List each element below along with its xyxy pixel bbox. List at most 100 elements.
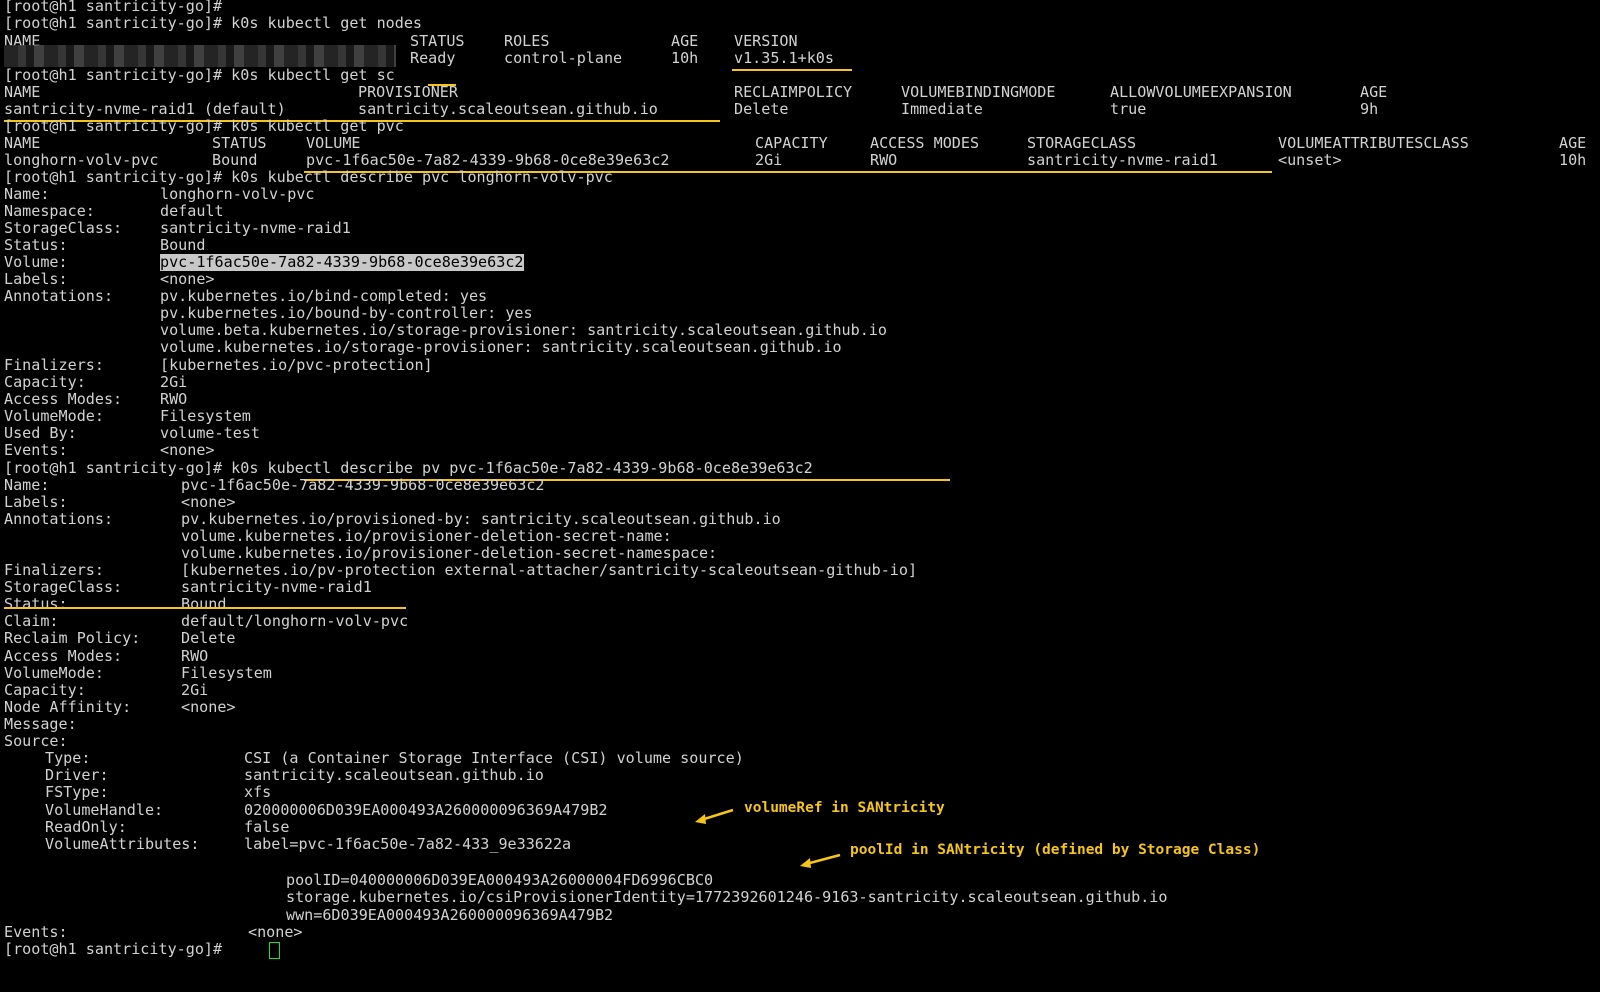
pv-describe-value: pv.kubernetes.io/provisioned-by: santric… xyxy=(181,510,781,529)
pv-describe-key: StorageClass: xyxy=(4,578,123,597)
pv-describe-line: Name: pvc-1f6ac50e-7a82-4339-9b68-0ce8e39… xyxy=(4,477,1504,494)
source-line: Type: CSI (a Container Storage Interface … xyxy=(4,750,1504,767)
pv-describe-key: VolumeMode: xyxy=(4,663,104,682)
pvc-describe-line: pv.kubernetes.io/bound-by-controller: ye… xyxy=(4,305,1504,322)
pv-describe-line: Status: Bound xyxy=(4,596,1504,613)
sc-header-name: NAME xyxy=(4,83,41,101)
nodes-header-age: AGE xyxy=(671,32,699,50)
pvc-describe-line: Used By: volume-test xyxy=(4,423,1504,442)
pvc-describe-line: VolumeMode: Filesystem xyxy=(4,406,1504,425)
pv-describe-line: Claim: default/longhorn-volv-pvc xyxy=(4,613,1504,630)
pvc-describe-line: Labels: <none> xyxy=(4,271,1504,288)
pv-describe-key: Message: xyxy=(4,714,77,733)
pv-describe-value: Delete xyxy=(181,629,236,648)
pv-describe-line: Access Modes: RWO xyxy=(4,647,1504,665)
source-line: Driver: santricity.scaleoutsean.github.io xyxy=(4,767,1504,784)
sc-age: 9h xyxy=(1360,100,1379,118)
pvc-describe-value: Bound xyxy=(160,236,206,255)
node-roles: control-plane xyxy=(504,49,623,67)
pv-describe-value: Filesystem xyxy=(181,663,272,682)
pvc-describe-value: volume.beta.kubernetes.io/storage-provis… xyxy=(160,321,887,340)
pvc-describe-line: Events: <none> xyxy=(4,440,1504,459)
pvc-describe-line: Finalizers: [kubernetes.io/pvc-protection… xyxy=(4,355,1504,374)
pv-describe-line: Reclaim Policy: Delete xyxy=(4,630,1504,647)
pv-describe-key: Annotations: xyxy=(4,510,114,529)
arrow-pool-id-icon xyxy=(800,853,841,868)
sc-row: santricity-nvme-raid1 (default) santrici… xyxy=(4,101,1594,118)
source-key: Type: xyxy=(45,749,91,767)
nodes-header-version: VERSION xyxy=(734,32,798,50)
command-get-sc: [root@h1 santricity-go]# k0s kubectl get… xyxy=(4,66,395,84)
pv-describe-line: Finalizers: [kubernetes.io/pv-protection … xyxy=(4,562,1504,579)
pvc-describe-value: volume-test xyxy=(160,423,260,442)
pv-describe-line: volume.kubernetes.io/provisioner-deletio… xyxy=(4,545,1504,562)
source-key: ReadOnly: xyxy=(45,817,127,836)
pvc-describe-key: Labels: xyxy=(4,270,68,289)
volume-attribute-line: wwn=6D039EA000493A260000096369A479B2 xyxy=(286,905,614,924)
pv-describe-value: <none> xyxy=(181,493,236,512)
pvc-describe-line: Name: longhorn-volv-pvc xyxy=(4,186,1504,203)
pv-describe-line: StorageClass: santricity-nvme-raid1 xyxy=(4,579,1504,596)
pv-describe-key: Finalizers: xyxy=(4,561,104,580)
terminal-window[interactable]: [root@h1 santricity-go]# [root@h1 santri… xyxy=(0,0,1600,960)
pv-describe-line: Capacity: 2Gi xyxy=(4,680,1504,699)
pv-describe-key: Capacity: xyxy=(4,680,86,699)
node-age: 10h xyxy=(671,49,699,67)
source-key: FSType: xyxy=(45,783,109,802)
pv-describe-value: 2Gi xyxy=(181,680,209,699)
pv-describe-value: default/longhorn-volv-pvc xyxy=(181,612,409,631)
pvc-vac: <unset> xyxy=(1278,151,1342,169)
pv-describe-line: Node Affinity: <none> xyxy=(4,698,1504,716)
pv-describe-value: pvc-1f6ac50e-7a82-4339-9b68-0ce8e39e63c2 xyxy=(181,476,545,494)
pvc-volume: pvc-1f6ac50e-7a82-4339-9b68-0ce8e39e63c2 xyxy=(306,151,670,169)
pvc-describe-key: Namespace: xyxy=(4,202,95,221)
pvc-describe-key: Used By: xyxy=(4,423,77,442)
pv-describe-value: santricity-nvme-raid1 xyxy=(181,578,372,597)
pvc-describe-line: StorageClass: santricity-nvme-raid1 xyxy=(4,220,1504,237)
pvc-capacity: 2Gi xyxy=(755,151,783,169)
pvc-header-storageclass: STORAGECLASS xyxy=(1027,134,1137,152)
source-line: FSType: xfs xyxy=(4,784,1504,801)
pvc-describe-line: Access Modes: RWO xyxy=(4,389,1504,408)
pvc-describe-key: Name: xyxy=(4,185,50,203)
pvc-describe-value: pvc-1f6ac50e-7a82-4339-9b68-0ce8e39e63c2 xyxy=(160,253,524,272)
source-events-key: Events: xyxy=(4,923,68,941)
pvc-describe-line: Capacity: 2Gi xyxy=(4,372,1504,391)
pvc-describe-key: Status: xyxy=(4,236,68,255)
pvc-describe-value: longhorn-volv-pvc xyxy=(160,185,315,203)
pvc-describe-value: pv.kubernetes.io/bind-completed: yes xyxy=(160,287,488,306)
pvc-storageclass: santricity-nvme-raid1 xyxy=(1027,151,1218,169)
pvc-describe-value: santricity-nvme-raid1 xyxy=(160,219,351,238)
pvc-describe-key: Capacity: xyxy=(4,372,86,391)
pvc-describe-value: <none> xyxy=(160,440,215,459)
pvc-describe-value: [kubernetes.io/pvc-protection] xyxy=(160,355,433,374)
source-key: VolumeHandle: xyxy=(45,800,164,819)
highlight-pv-storageclass xyxy=(4,607,406,609)
command-get-pvc: [root@h1 santricity-go]# k0s kubectl get… xyxy=(4,117,404,135)
pv-describe-key: Claim: xyxy=(4,612,59,631)
pvc-describe-value: 2Gi xyxy=(160,372,188,391)
volume-attribute-line: poolID=040000006D039EA000493A26000004FD6… xyxy=(286,871,714,889)
pv-describe-line: VolumeMode: Filesystem xyxy=(4,663,1504,682)
command-describe-pvc: [root@h1 santricity-go]# k0s kubectl des… xyxy=(4,168,613,186)
pvc-describe-value: default xyxy=(160,202,224,221)
source-value: label=pvc-1f6ac50e-7a82-433_9e33622a xyxy=(244,835,572,853)
source-value: CSI (a Container Storage Interface (CSI)… xyxy=(244,749,744,767)
pvc-describe-line: Status: Bound xyxy=(4,237,1504,254)
sc-header-age: AGE xyxy=(1360,83,1388,101)
pvc-age: 10h xyxy=(1559,151,1587,169)
sc-header-provisioner: PROVISIONER xyxy=(358,83,458,101)
pv-describe-key: Status: xyxy=(4,595,68,614)
pvc-describe-key: Events: xyxy=(4,440,68,459)
pvc-describe-line: Namespace: default xyxy=(4,203,1504,220)
sc-binding: Immediate xyxy=(901,100,983,118)
source-key: VolumeAttributes: xyxy=(45,835,200,853)
pvc-access: RWO xyxy=(870,151,898,169)
pvc-describe-key: Access Modes: xyxy=(4,389,123,408)
source-value: false xyxy=(244,817,290,836)
final-prompt: [root@h1 santricity-go]# xyxy=(4,940,223,958)
source-value: xfs xyxy=(244,783,272,802)
pvc-status: Bound xyxy=(212,151,258,169)
pv-describe-value: Bound xyxy=(181,595,227,614)
pvc-describe-value: Filesystem xyxy=(160,406,251,425)
